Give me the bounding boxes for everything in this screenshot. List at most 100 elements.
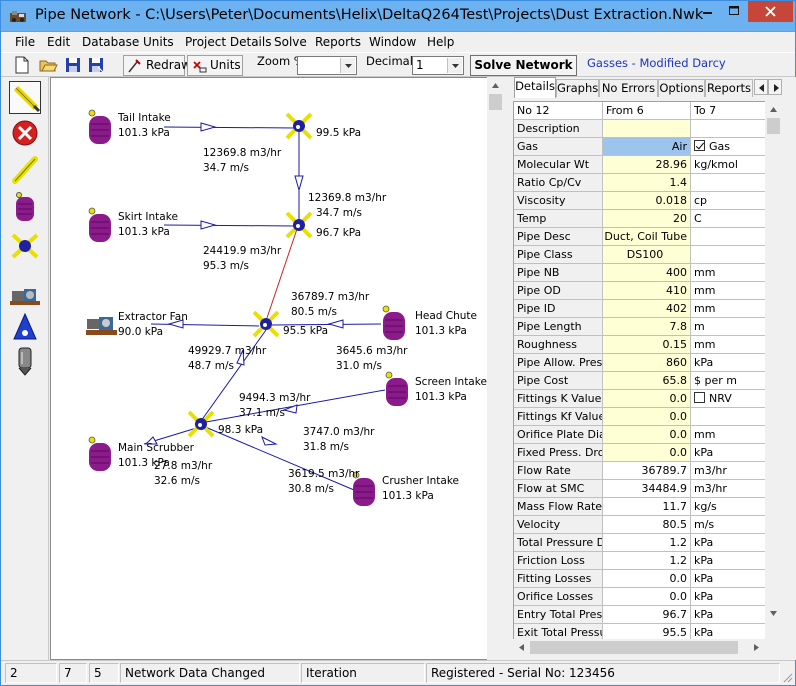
close-button[interactable]	[748, 1, 793, 22]
table-row[interactable]: Pipe Desc Duct, Coil Tube	[514, 228, 765, 246]
table-row[interactable]: Molecular Wt 28.96 kg/kmol	[514, 156, 765, 174]
pencil-tool-button[interactable]	[9, 81, 41, 114]
table-row[interactable]: Temp 20 C	[514, 210, 765, 228]
menu-units[interactable]: Units	[143, 35, 174, 49]
row-value[interactable]: Duct, Coil Tube	[603, 228, 691, 246]
tab-scroll-left-button[interactable]	[754, 79, 768, 95]
row-value[interactable]: 0.0	[603, 390, 691, 408]
row-value[interactable]: 0.0	[603, 444, 691, 462]
grid-vertical-scrollbar[interactable]	[765, 101, 782, 639]
canvas-scrollbar[interactable]	[487, 77, 504, 660]
table-row[interactable]: Roughness 0.15 mm	[514, 336, 765, 354]
grid-hscroll-thumb[interactable]	[530, 641, 738, 654]
table-row[interactable]: Friction Loss 1.2 kPa	[514, 552, 765, 570]
tank-main-scrubber[interactable]	[88, 436, 111, 471]
table-row[interactable]: Flow Rate 36789.7 m3/hr	[514, 462, 765, 480]
table-row[interactable]: Fixed Press. Drop 0.0 kPa	[514, 444, 765, 462]
gas-method-label[interactable]: Gasses - Modified Darcy	[587, 56, 726, 70]
table-row[interactable]: Orifice Plate Dia 0.0 mm	[514, 426, 765, 444]
tab-no-errors[interactable]: No Errors	[599, 79, 658, 97]
table-row[interactable]: Fittings Kf Value 0.0	[514, 408, 765, 426]
menu-solve[interactable]: Solve	[274, 35, 307, 49]
delete-tool-button[interactable]	[9, 117, 41, 150]
menu-window[interactable]: Window	[369, 35, 416, 49]
row-value[interactable]: 0.0	[603, 408, 691, 426]
tank-skirt-intake[interactable]	[88, 207, 111, 242]
solve-network-button[interactable]: Solve Network	[470, 55, 577, 76]
row-value[interactable]: 410	[603, 282, 691, 300]
decimals-select[interactable]: 1	[412, 56, 464, 75]
filter-tool-button[interactable]	[9, 345, 41, 378]
minimize-button[interactable]	[694, 1, 721, 22]
grid-scroll-up-button[interactable]	[765, 101, 782, 118]
zoom-dropdown-arrow[interactable]	[340, 58, 355, 73]
tab-reports[interactable]: Reports	[705, 79, 753, 97]
grid-scroll-thumb[interactable]	[767, 118, 780, 134]
table-row[interactable]: Exit Total Pressur 95.5 kPa	[514, 624, 765, 639]
fan-tool-button[interactable]	[9, 277, 41, 310]
tank-head-chute[interactable]	[382, 305, 405, 340]
table-row[interactable]: Viscosity 0.018 cp	[514, 192, 765, 210]
tank-tail-intake[interactable]	[88, 109, 111, 144]
table-row[interactable]: Total Pressure Dr 1.2 kPa	[514, 534, 765, 552]
menu-database[interactable]: Database	[82, 35, 139, 49]
network-canvas[interactable]: Tail Intake 101.3 kPa 99.5 kPa Skirt Inta…	[50, 77, 504, 660]
table-row[interactable]: Entry Total Pressu96.7kPa	[514, 606, 765, 624]
row-value[interactable]: 0.0	[603, 426, 691, 444]
table-row[interactable]: Pipe NB 400 mm	[514, 264, 765, 282]
table-row[interactable]: Pipe Class DS100	[514, 246, 765, 264]
cyclone-tool-button[interactable]	[9, 311, 41, 344]
table-row[interactable]: Pipe Length 7.8 m	[514, 318, 765, 336]
table-row[interactable]: Pipe Allow. Press. 860 kPa	[514, 354, 765, 372]
menu-reports[interactable]: Reports	[315, 35, 361, 49]
grid-horizontal-scrollbar[interactable]	[513, 639, 765, 656]
open-folder-button[interactable]	[38, 55, 58, 75]
table-row[interactable]: Fitting Losses 0.0 kPa	[514, 570, 765, 588]
decimals-dropdown-arrow[interactable]	[447, 58, 462, 73]
pipe-tool-button[interactable]	[9, 153, 41, 186]
table-row[interactable]: Flow at SMC 34484.9 m3/hr	[514, 480, 765, 498]
save-button[interactable]	[63, 55, 83, 75]
menu-project-details[interactable]: Project Details	[185, 35, 271, 49]
row-value[interactable]: 0.15	[603, 336, 691, 354]
pipe-tail-intake[interactable]	[163, 126, 296, 129]
table-row[interactable]: Description	[514, 120, 765, 138]
row-value[interactable]: 0.018	[603, 192, 691, 210]
table-row[interactable]: Velocity 80.5 m/s	[514, 516, 765, 534]
table-row[interactable]: Fittings K Value 0.0 NRV	[514, 390, 765, 408]
table-row[interactable]: Pipe Cost 65.8 $ per m	[514, 372, 765, 390]
tab-graphs[interactable]: Graphs	[556, 79, 599, 97]
save-as-button[interactable]	[86, 55, 106, 75]
row-value[interactable]: 7.8	[603, 318, 691, 336]
table-row[interactable]: Mass Flow Rate 11.7 kg/s	[514, 498, 765, 516]
row-value[interactable]: 28.96	[603, 156, 691, 174]
scroll-up-button[interactable]	[487, 77, 504, 94]
row-value[interactable]	[603, 120, 691, 138]
row-value[interactable]: 400	[603, 264, 691, 282]
row-checkbox[interactable]	[694, 392, 705, 403]
table-row[interactable]: Pipe ID 402 mm	[514, 300, 765, 318]
table-row[interactable]: Orifice Losses 0.0 kPa	[514, 588, 765, 606]
pipe-skirt-intake[interactable]	[163, 224, 296, 227]
grid-scroll-down-button[interactable]	[765, 605, 782, 622]
menu-help[interactable]: Help	[427, 35, 454, 49]
row-value[interactable]: 860	[603, 354, 691, 372]
units-button[interactable]: Units	[187, 55, 243, 76]
grid-scroll-left-button[interactable]	[513, 639, 530, 656]
redraw-button[interactable]: Redraw	[123, 55, 191, 76]
tab-options[interactable]: Options	[658, 79, 705, 97]
row-value[interactable]: 65.8	[603, 372, 691, 390]
table-row[interactable]: Gas Air Gas	[514, 138, 765, 156]
junction-j4[interactable]	[187, 410, 215, 438]
tab-details[interactable]: Details	[514, 77, 556, 98]
row-value[interactable]: 20	[603, 210, 691, 228]
menu-file[interactable]: File	[15, 35, 35, 49]
junction-tool-button[interactable]	[9, 229, 41, 262]
tab-scroll-right-button[interactable]	[768, 79, 782, 95]
row-checkbox[interactable]	[694, 140, 705, 151]
grid-scroll-right-button[interactable]	[748, 639, 765, 656]
resize-grip-icon[interactable]	[781, 671, 793, 683]
zoom-select[interactable]	[297, 56, 357, 75]
details-grid[interactable]: No 12 From 6 To 7 Description Gas Air Gas Mo…	[513, 101, 765, 639]
tank-tool-button[interactable]	[9, 191, 41, 224]
